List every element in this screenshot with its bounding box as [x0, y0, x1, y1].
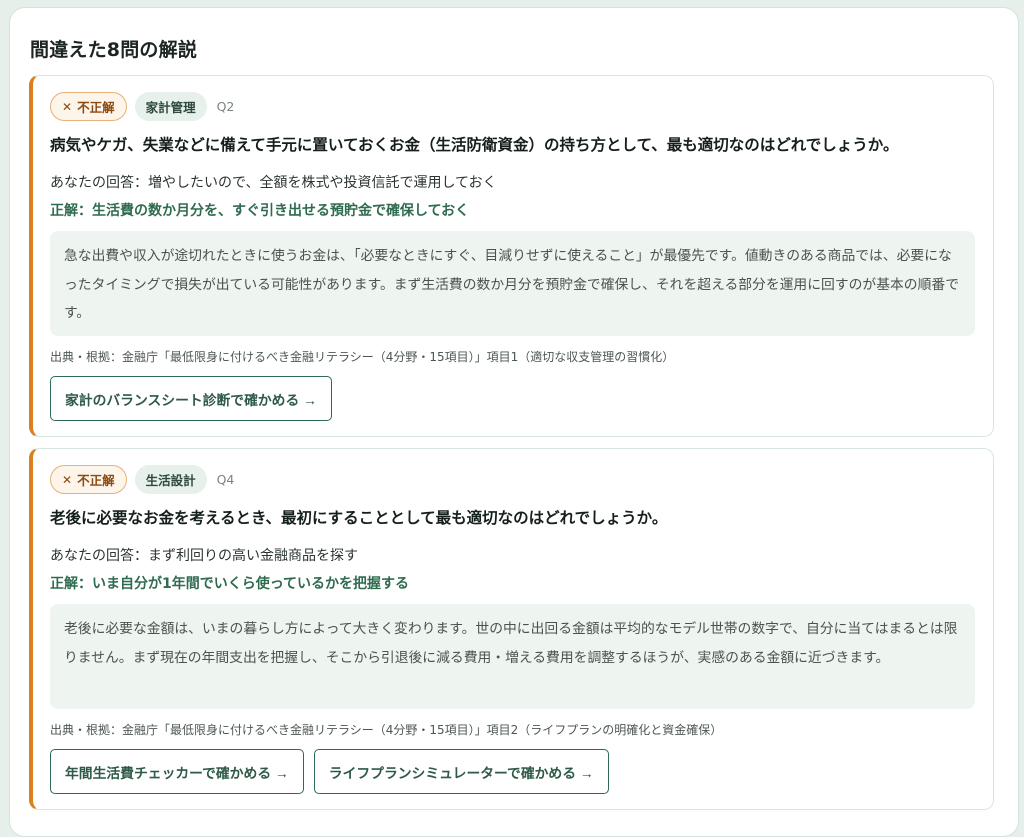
- explanation-box: 老後に必要な金額は、いまの暮らし方によって大きく変わります。世の中に出回る金額は…: [50, 604, 975, 709]
- section-title: 間違えた8問の解説: [30, 39, 198, 61]
- incorrect-badge: ✕ 不正解: [50, 465, 127, 494]
- correct-answer: 正解：いま自分が1年間でいくら使っているかを把握する: [50, 573, 409, 593]
- your-answer: あなたの回答：増やしたいので、全額を株式や投資信託で運用しておく: [50, 172, 497, 192]
- your-answer-value: 増やしたいので、全額を株式や投資信託で運用しておく: [148, 175, 497, 191]
- incorrect-badge-label: 不正解: [77, 473, 115, 488]
- your-answer-label: あなたの回答：: [50, 548, 148, 564]
- correct-answer: 正解：生活費の数か月分を、すぐ引き出せる預貯金で確保しておく: [50, 200, 469, 220]
- incorrect-badge: ✕ 不正解: [50, 92, 127, 121]
- correct-answer-label: 正解：: [50, 203, 92, 219]
- source-citation: 出典・根拠：金融庁「最低限身に付けるべき金融リテラシー（4分野・15項目）」項目…: [50, 350, 675, 364]
- your-answer-value: まず利回りの高い金融商品を探す: [148, 548, 358, 564]
- question-text: 老後に必要なお金を考えるとき、最初にすることとして最も適切なのはどれでしょうか。: [50, 509, 668, 527]
- your-answer-label: あなたの回答：: [50, 175, 148, 191]
- question-number: Q4: [216, 472, 235, 487]
- explanations-panel: 間違えた8問の解説 ✕ 不正解 家計管理 Q2 病気やケガ、失業などに備えて手元…: [9, 7, 1019, 837]
- correct-answer-value: いま自分が1年間でいくら使っているかを把握する: [92, 576, 410, 592]
- explanation-card: ✕ 不正解 生活設計 Q4 老後に必要なお金を考えるとき、最初にすることとして最…: [29, 448, 994, 810]
- explanation-card: ✕ 不正解 家計管理 Q2 病気やケガ、失業などに備えて手元に置いておくお金（生…: [29, 75, 994, 437]
- question-text: 病気やケガ、失業などに備えて手元に置いておくお金（生活防衛資金）の持ち方として、…: [50, 136, 899, 154]
- balance-sheet-diagnosis-button[interactable]: 家計のバランスシート診断で確かめる →: [50, 376, 332, 421]
- x-icon: ✕: [62, 472, 73, 487]
- annual-expense-checker-button[interactable]: 年間生活費チェッカーで確かめる →: [50, 749, 304, 794]
- your-answer: あなたの回答：まず利回りの高い金融商品を探す: [50, 545, 358, 565]
- card-meta: ✕ 不正解 生活設計 Q4: [50, 465, 234, 494]
- action-buttons: 家計のバランスシート診断で確かめる →: [50, 376, 332, 421]
- action-buttons: 年間生活費チェッカーで確かめる → ライフプランシミュレーターで確かめる →: [50, 749, 609, 794]
- x-icon: ✕: [62, 99, 73, 114]
- source-citation: 出典・根拠：金融庁「最低限身に付けるべき金融リテラシー（4分野・15項目）」項目…: [50, 723, 723, 737]
- category-badge: 生活設計: [134, 465, 207, 494]
- correct-answer-label: 正解：: [50, 576, 92, 592]
- question-number: Q2: [216, 99, 235, 114]
- category-badge: 家計管理: [134, 92, 207, 121]
- correct-answer-value: 生活費の数か月分を、すぐ引き出せる預貯金で確保しておく: [92, 203, 470, 219]
- life-plan-simulator-button[interactable]: ライフプランシミュレーターで確かめる →: [313, 749, 609, 794]
- explanation-box: 急な出費や収入が途切れたときに使うお金は、「必要なときにすぐ、目減りせずに使える…: [50, 231, 975, 336]
- card-meta: ✕ 不正解 家計管理 Q2: [50, 92, 234, 121]
- incorrect-badge-label: 不正解: [77, 100, 115, 115]
